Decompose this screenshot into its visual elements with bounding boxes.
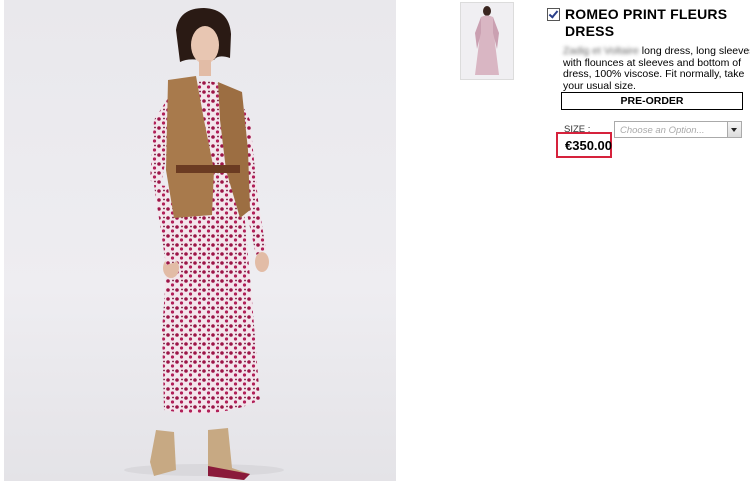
size-select[interactable]: Choose an Option... bbox=[614, 121, 742, 138]
product-title: ROMEO PRINT FLEURS DRESS bbox=[565, 6, 728, 39]
title-row: ROMEO PRINT FLEURS DRESS bbox=[547, 6, 747, 40]
product-info: ROMEO PRINT FLEURS DRESS Zadig et Voltai… bbox=[547, 6, 750, 92]
checkbox-checked-icon[interactable] bbox=[547, 8, 560, 21]
product-photo bbox=[4, 0, 396, 481]
size-select-placeholder: Choose an Option... bbox=[620, 125, 705, 136]
chevron-down-icon[interactable] bbox=[727, 122, 741, 137]
pre-order-button[interactable]: PRE-ORDER bbox=[561, 92, 743, 110]
price: €350.00 bbox=[565, 138, 612, 153]
model-illustration bbox=[124, 8, 284, 480]
product-thumbnail[interactable] bbox=[460, 2, 514, 80]
brand-name-blurred: Zadig et Voltaire bbox=[563, 45, 639, 57]
product-description: Zadig et Voltaire long dress, long sleev… bbox=[547, 45, 750, 92]
thumbnail-illustration bbox=[475, 6, 499, 75]
price-highlight-box: €350.00 bbox=[556, 132, 612, 158]
